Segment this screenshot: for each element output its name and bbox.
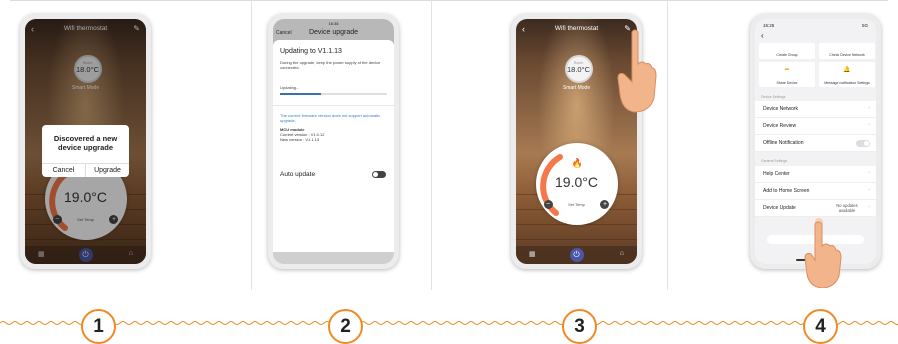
row-add-home-screen[interactable]: Add to Home Screen › <box>755 183 876 200</box>
set-temp-label: Set Temp <box>568 202 585 207</box>
row-label: Add to Home Screen <box>763 188 810 194</box>
share-device-label: Share Device <box>776 81 798 85</box>
new-version: New version : V1.1.13 <box>280 137 320 142</box>
upgrade-screen: 16:38 Cancel Device upgrade Updating to … <box>273 19 394 264</box>
flame-icon: 🔥 <box>571 158 583 168</box>
hand-pointer-icon <box>804 218 842 288</box>
phone-step1: ‹ Wifi thermostat ✎ Room 18.0°C Smart Mo… <box>20 14 151 269</box>
plus-button[interactable]: + <box>600 200 610 209</box>
upgrade-header: Cancel Device upgrade <box>273 29 394 40</box>
back-icon[interactable]: ‹ <box>761 31 764 40</box>
power-icon[interactable]: ⏻ <box>569 248 584 262</box>
panel-divider <box>251 0 252 290</box>
message-settings-label: Message notification Settings <box>824 81 870 85</box>
temp-dial[interactable]: 🔥 19.0°C − Set Temp + <box>535 143 618 225</box>
offline-notification-toggle[interactable] <box>856 140 870 147</box>
grid-icon[interactable]: ▦ <box>529 250 536 258</box>
chevron-right-icon: › <box>868 122 870 128</box>
set-temperature: 19.0°C <box>555 174 598 190</box>
chevron-right-icon: › <box>868 187 870 193</box>
panel-divider <box>667 0 668 290</box>
create-group-label: Create Group <box>776 53 798 57</box>
step-number-3: 3 <box>562 309 597 344</box>
chevron-right-icon: › <box>868 170 870 176</box>
row-device-update[interactable]: Device Update No updates available › <box>755 200 876 217</box>
row-label: Device Review <box>763 123 797 129</box>
chevron-right-icon: › <box>868 204 870 210</box>
chevron-right-icon: › <box>868 105 870 111</box>
row-device-review[interactable]: Device Review › <box>755 118 876 135</box>
row-label: Help Center <box>763 171 790 177</box>
status-bar: 16:25 5G <box>763 23 868 28</box>
cancel-button[interactable]: Cancel <box>42 164 86 177</box>
step-number-4: 4 <box>803 309 838 344</box>
row-offline-notification: Offline Notification <box>755 135 876 152</box>
dialog-message: Discovered a new device upgrade <box>53 134 118 152</box>
share-icon: ➦ <box>784 67 790 73</box>
message-settings-card[interactable]: 🔔 Message notification Settings <box>819 62 875 87</box>
wavy-line <box>0 321 898 325</box>
room-temp: 18.0°C <box>566 65 590 74</box>
minus-button[interactable]: − <box>543 200 553 209</box>
no-updates-text: No updates available <box>836 203 858 213</box>
share-device-card[interactable]: ➦ Share Device <box>759 62 815 87</box>
row-device-network[interactable]: Device Network › <box>755 101 876 118</box>
phone-step2: 16:38 Cancel Device upgrade Updating to … <box>268 14 399 269</box>
panel-divider <box>431 0 432 290</box>
upgrade-dialog: Discovered a new device upgrade Cancel U… <box>42 125 129 177</box>
auto-update-label: Auto update <box>280 171 316 178</box>
page-title: Device upgrade <box>308 29 359 36</box>
progress-fill <box>280 93 321 95</box>
update-heading: Updating to V1.1.13 <box>280 48 342 55</box>
check-network-card[interactable]: Check Device Network <box>819 43 875 59</box>
check-network-label: Check Device Network <box>829 53 865 57</box>
bell-icon: 🔔 <box>843 67 851 73</box>
hand-pointer-icon <box>617 29 657 113</box>
status-signal: 5G <box>861 23 868 28</box>
progress-block: Updating... <box>280 85 387 99</box>
module-info: MCU module Current version : V1.0.12 New… <box>280 127 388 142</box>
lock-icon[interactable]: ⌂ <box>620 250 624 257</box>
section-device-settings: Device Settings <box>761 95 786 99</box>
progress-label: Updating... <box>280 85 300 90</box>
row-label: Device Network <box>763 106 799 112</box>
status-time: 16:38 <box>328 21 339 26</box>
upgrade-button[interactable]: Upgrade <box>86 164 129 177</box>
tab-bar: ▦ ⏻ ⌂ <box>516 246 637 264</box>
thermostat-screen: ‹ Wifi thermostat ✎ Room 18.0°C Smart Mo… <box>25 19 146 264</box>
create-group-card[interactable]: Create Group <box>759 43 815 59</box>
update-description: During the upgrade, keep the power suppl… <box>280 60 381 70</box>
upgrade-sheet: Updating to V1.1.13 During the upgrade, … <box>273 40 394 264</box>
step-number-1: 1 <box>81 309 116 344</box>
home-bar <box>273 252 394 264</box>
auto-update-row: Auto update <box>280 171 386 178</box>
row-label: Offline Notification <box>763 140 804 146</box>
section-general-settings: General Settings <box>761 159 788 163</box>
row-label: Device Update <box>763 205 796 211</box>
status-time: 16:25 <box>763 23 775 28</box>
auto-update-toggle[interactable] <box>372 171 386 178</box>
row-help-center[interactable]: Help Center › <box>755 166 876 183</box>
room-temp-dial: Room 18.0°C <box>564 55 593 83</box>
firmware-note: The current firmware version does not su… <box>280 113 381 123</box>
top-divider <box>10 0 888 1</box>
step-number-2: 2 <box>328 309 363 344</box>
